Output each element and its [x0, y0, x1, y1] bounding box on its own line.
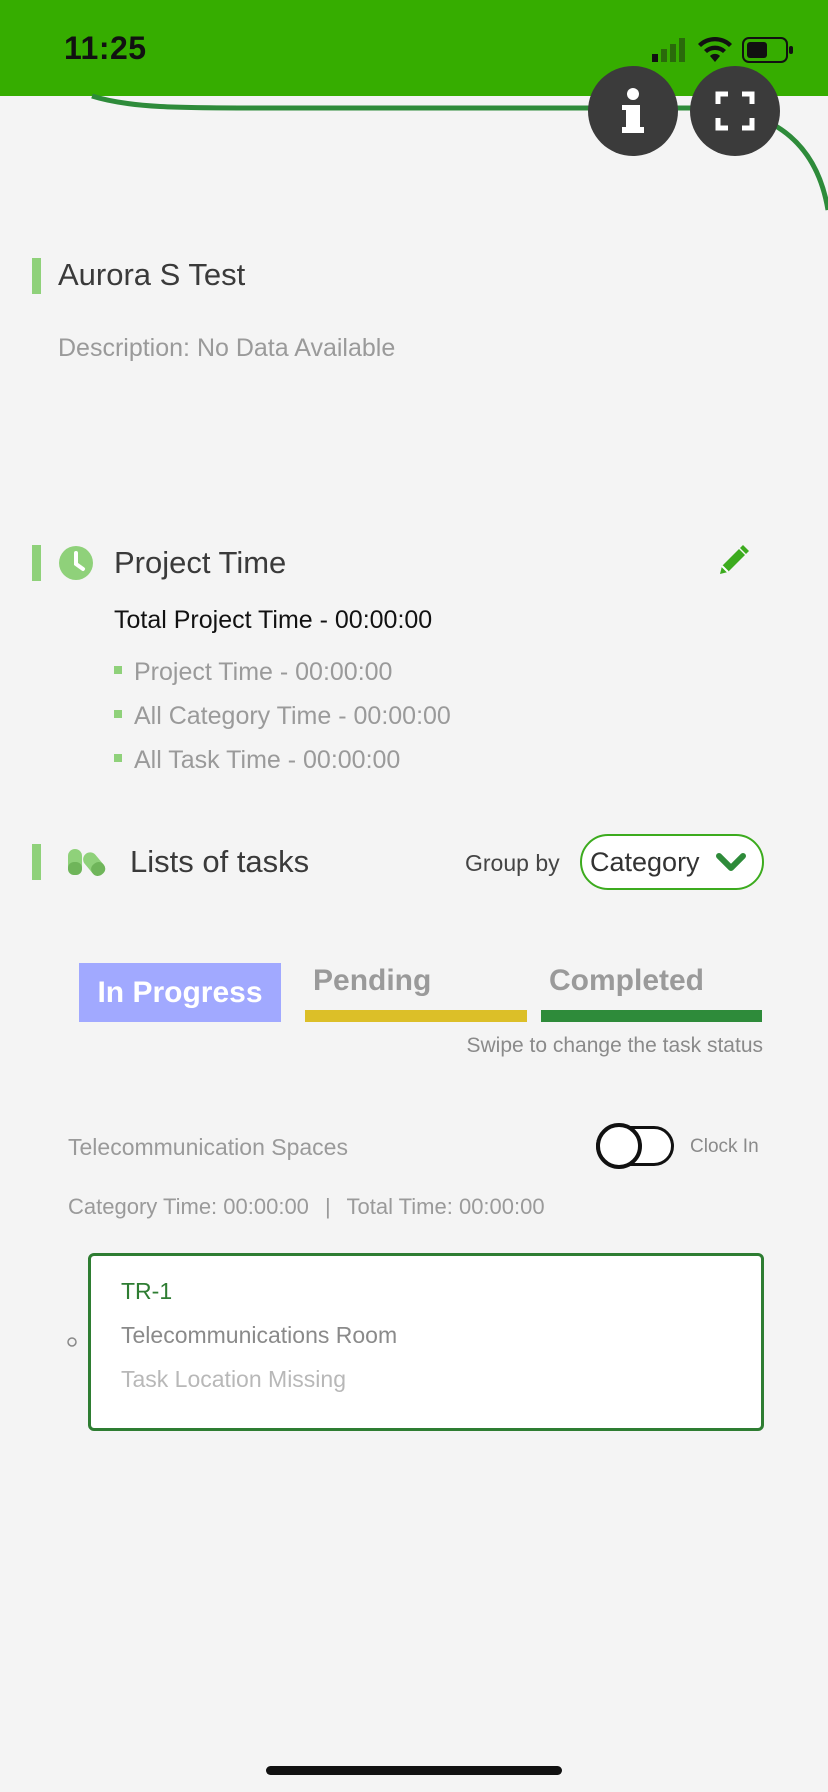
- time-item-label: All Task Time - 00:00:00: [134, 746, 401, 774]
- accent-bar: [32, 844, 41, 880]
- tab-label: Pending: [313, 964, 432, 997]
- total-time: Total Time: 00:00:00: [346, 1194, 545, 1219]
- bullet-icon: [114, 710, 122, 719]
- category-times: Category Time: 00:00:00 | Total Time: 00…: [68, 1194, 545, 1220]
- home-indicator: [266, 1766, 562, 1775]
- task-name: Telecommunications Room: [121, 1322, 398, 1348]
- separator: |: [325, 1194, 331, 1219]
- group-by-dropdown[interactable]: Category: [580, 834, 764, 890]
- tab-pending[interactable]: Pending: [305, 962, 527, 1022]
- tab-completed[interactable]: Completed: [541, 962, 762, 1022]
- accent-bar: [32, 258, 41, 294]
- tab-label: Completed: [549, 964, 705, 997]
- task-card[interactable]: TR-1 Telecommunications Room Task Locati…: [88, 1253, 764, 1431]
- info-icon: [622, 88, 644, 133]
- group-by-label: Group by: [465, 850, 560, 876]
- time-item: All Task Time - 00:00:00: [114, 746, 400, 775]
- tab-indicator: [305, 1010, 527, 1022]
- clock-icon: [59, 546, 93, 580]
- fullscreen-button[interactable]: [690, 66, 780, 156]
- pills-icon: [68, 849, 106, 877]
- edit-icon[interactable]: [716, 544, 750, 578]
- time-item: Project Time - 00:00:00: [114, 658, 392, 687]
- group-by-value: Category: [590, 846, 700, 877]
- project-time-title: Project Time: [114, 545, 287, 580]
- total-project-time: Total Project Time - 00:00:00: [114, 606, 433, 634]
- toggle-knob: [596, 1123, 642, 1169]
- tab-label: In Progress: [97, 975, 263, 1009]
- project-description: Description: No Data Available: [58, 334, 396, 362]
- project-title: Aurora S Test: [58, 257, 246, 292]
- accent-bar: [32, 545, 41, 581]
- bullet-icon: [114, 666, 122, 675]
- swipe-hint: Swipe to change the task status: [466, 1034, 763, 1057]
- tab-in-progress[interactable]: In Progress: [79, 963, 281, 1022]
- task-code: TR-1: [121, 1278, 173, 1304]
- bullet-icon: [114, 754, 122, 763]
- category-name: Telecommunication Spaces: [68, 1134, 348, 1160]
- tasks-title: Lists of tasks: [130, 844, 310, 879]
- time-item: All Category Time - 00:00:00: [114, 702, 451, 731]
- expand-icon: [715, 91, 755, 131]
- info-button[interactable]: [588, 66, 678, 156]
- time-item-label: Project Time - 00:00:00: [134, 658, 393, 686]
- chevron-down-icon: [716, 853, 746, 871]
- radio-dot-icon[interactable]: [67, 1337, 77, 1347]
- clock-in-label: Clock In: [690, 1136, 759, 1157]
- category-time: Category Time: 00:00:00: [68, 1194, 309, 1219]
- time-item-label: All Category Time - 00:00:00: [134, 702, 451, 730]
- tab-indicator: [541, 1010, 762, 1022]
- task-location: Task Location Missing: [121, 1366, 346, 1392]
